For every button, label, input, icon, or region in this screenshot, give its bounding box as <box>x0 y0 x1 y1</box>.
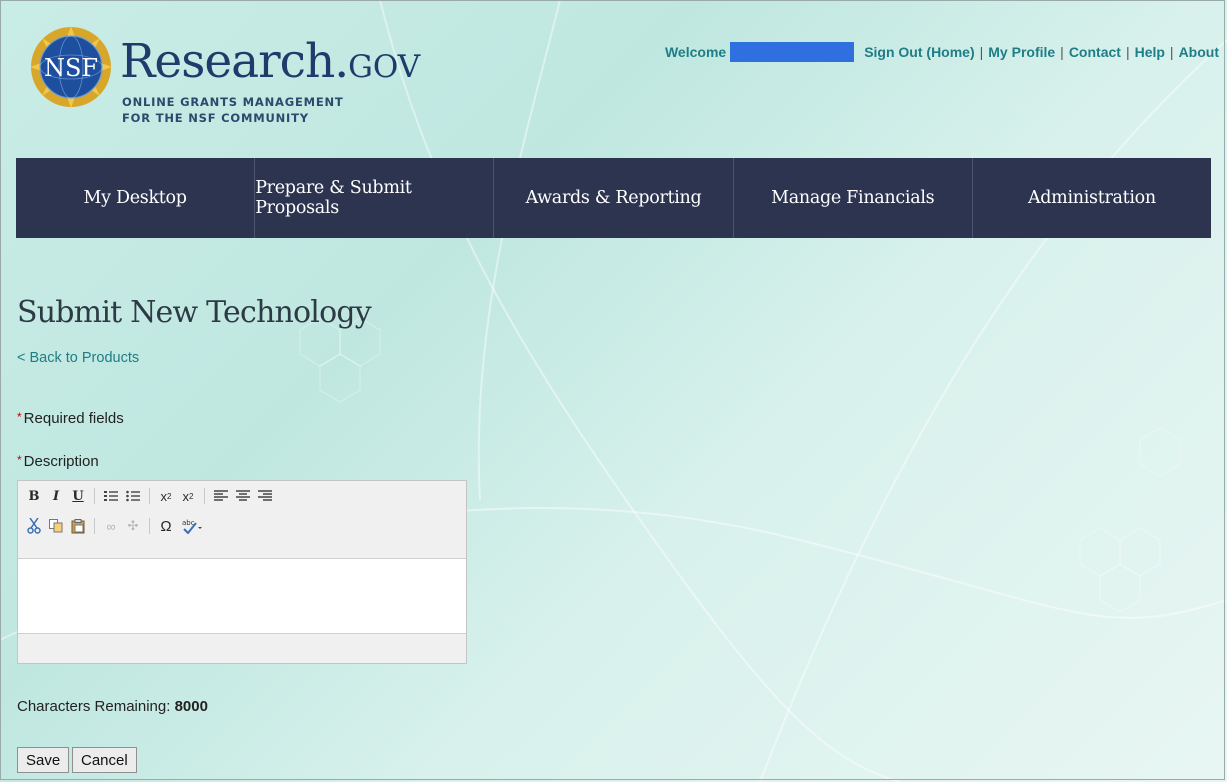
back-to-products-link[interactable]: < Back to Products <box>17 350 139 366</box>
welcome-label: Welcome <box>664 44 727 60</box>
svg-text:NSF: NSF <box>44 54 98 82</box>
cut-icon[interactable] <box>26 517 42 535</box>
bold-icon[interactable]: B <box>26 487 42 505</box>
editor-toolbar-row-2: ∞ ✣ Ω abc <box>18 511 466 541</box>
brand-tagline: ONLINE GRANTS MANAGEMENT FOR THE NSF COM… <box>122 95 344 125</box>
link-icon[interactable]: ∞ <box>103 517 119 535</box>
main-navigation: My Desktop Prepare & Submit Proposals Aw… <box>16 158 1211 238</box>
special-character-icon[interactable]: Ω <box>158 517 174 535</box>
contact-link[interactable]: Contact <box>1069 44 1121 60</box>
brand-name: Research.GOV <box>120 34 421 89</box>
nsf-seal-icon: NSF <box>30 26 112 108</box>
characters-remaining-count: 8000 <box>174 698 208 715</box>
editor-toolbar-row-1: B I U x2 x2 <box>18 481 466 511</box>
top-utility-nav: Welcome Sign Out (Home) | My Profile | C… <box>664 42 1219 62</box>
site-logo[interactable]: NSF Research.GOV ONLINE GRANTS MANAGEMEN… <box>24 20 420 145</box>
align-center-icon[interactable] <box>235 487 251 505</box>
save-button[interactable]: Save <box>17 747 70 773</box>
unlink-icon[interactable]: ✣ <box>125 517 141 535</box>
italic-icon[interactable]: I <box>48 487 64 505</box>
nav-my-desktop[interactable]: My Desktop <box>16 158 256 238</box>
subscript-icon[interactable]: x2 <box>158 487 174 505</box>
required-fields-note: * Required fields <box>17 410 124 427</box>
nav-manage-financials[interactable]: Manage Financials <box>734 158 973 238</box>
about-link[interactable]: About <box>1179 44 1219 60</box>
description-input[interactable] <box>18 558 466 634</box>
sign-out-link[interactable]: Sign Out (Home) <box>864 44 974 60</box>
cancel-button[interactable]: Cancel <box>72 747 137 773</box>
page-title: Submit New Technology <box>17 295 372 330</box>
underline-icon[interactable]: U <box>70 487 86 505</box>
description-label: * Description <box>17 453 99 470</box>
help-link[interactable]: Help <box>1135 44 1165 60</box>
align-left-icon[interactable] <box>213 487 229 505</box>
characters-remaining: Characters Remaining: 8000 <box>17 698 208 715</box>
nav-administration[interactable]: Administration <box>973 158 1211 238</box>
spellcheck-icon[interactable]: abc <box>180 517 204 535</box>
my-profile-link[interactable]: My Profile <box>988 44 1055 60</box>
superscript-icon[interactable]: x2 <box>180 487 196 505</box>
copy-icon[interactable] <box>48 517 64 535</box>
bullet-list-icon[interactable] <box>125 487 141 505</box>
nav-awards-reporting[interactable]: Awards & Reporting <box>494 158 734 238</box>
redacted-username <box>730 42 855 62</box>
align-right-icon[interactable] <box>257 487 273 505</box>
paste-icon[interactable] <box>70 517 86 535</box>
nav-prepare-submit-proposals[interactable]: Prepare & Submit Proposals <box>255 158 495 238</box>
numbered-list-icon[interactable] <box>103 487 119 505</box>
description-rich-text-editor: B I U x2 x2 ∞ ✣ Ω abc <box>17 480 467 664</box>
